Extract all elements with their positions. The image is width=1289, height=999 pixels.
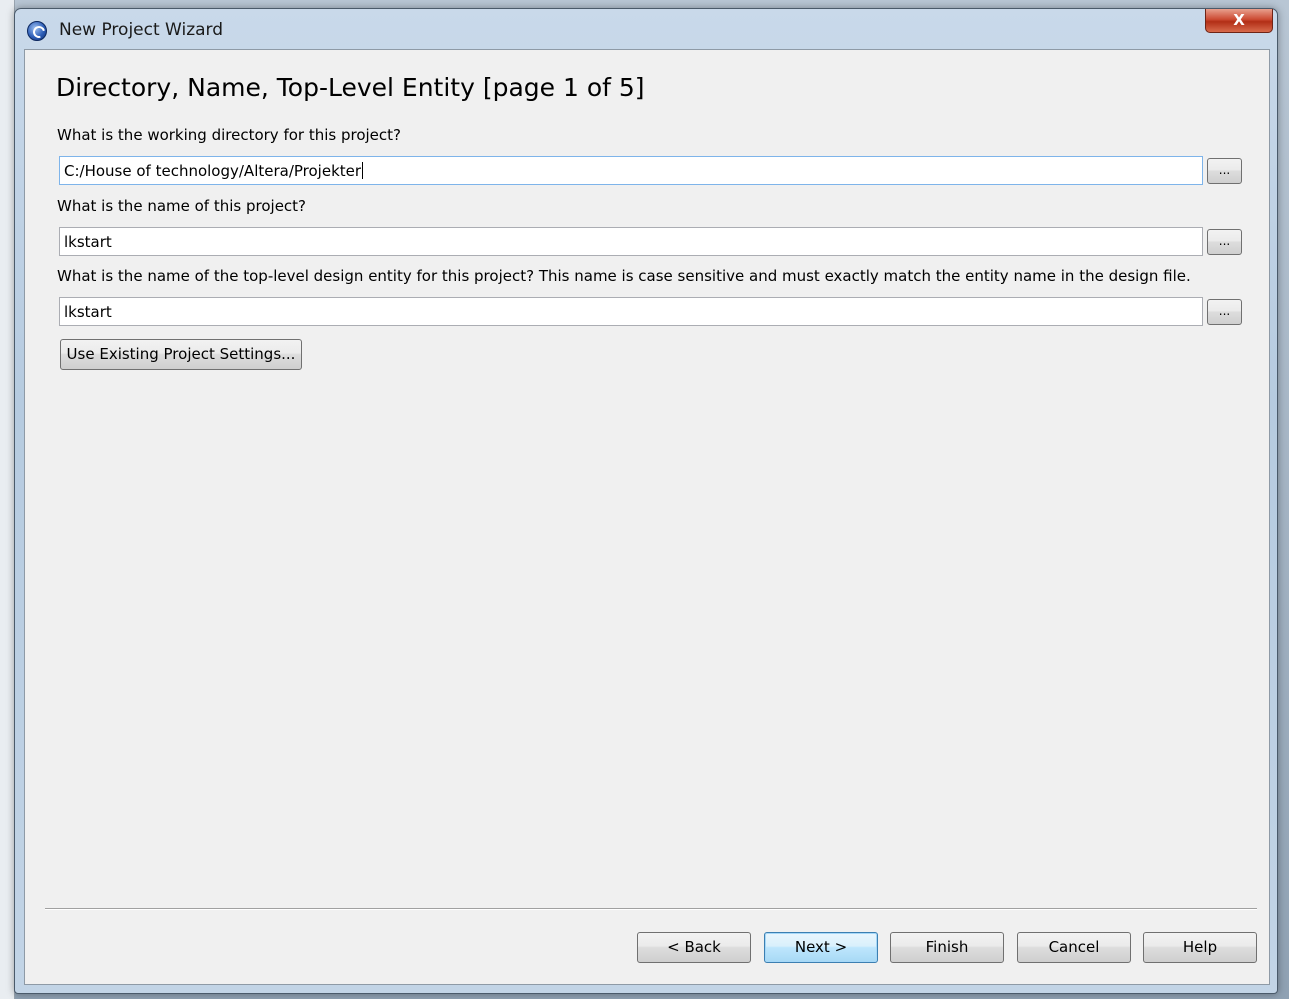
background-window-edge bbox=[0, 0, 15, 999]
finish-button[interactable]: Finish bbox=[890, 932, 1004, 963]
project-name-input-value: lkstart bbox=[64, 233, 112, 251]
top-level-entity-input-value: lkstart bbox=[64, 303, 112, 321]
page-title: Directory, Name, Top-Level Entity [page … bbox=[56, 73, 645, 102]
project-name-label: What is the name of this project? bbox=[57, 197, 307, 215]
use-existing-project-settings-button[interactable]: Use Existing Project Settings... bbox=[60, 339, 302, 370]
close-icon: X bbox=[1233, 11, 1245, 29]
help-button[interactable]: Help bbox=[1143, 932, 1257, 963]
directory-input[interactable]: C:/House of technology/Altera/Projekter bbox=[59, 156, 1203, 185]
window-title: New Project Wizard bbox=[59, 20, 224, 40]
wizard-content: Directory, Name, Top-Level Entity [page … bbox=[24, 49, 1270, 985]
directory-input-value: C:/House of technology/Altera/Projekter bbox=[64, 162, 362, 180]
text-caret bbox=[362, 162, 364, 179]
top-level-entity-label: What is the name of the top-level design… bbox=[57, 267, 1191, 285]
project-name-input[interactable]: lkstart bbox=[59, 227, 1203, 256]
back-button[interactable]: < Back bbox=[637, 932, 751, 963]
top-level-entity-input[interactable]: lkstart bbox=[59, 297, 1203, 326]
app-icon bbox=[27, 21, 47, 41]
next-button[interactable]: Next > bbox=[764, 932, 878, 963]
directory-browse-button[interactable]: ... bbox=[1207, 158, 1242, 184]
close-button[interactable]: X bbox=[1205, 9, 1273, 33]
title-bar[interactable]: New Project Wizard X bbox=[15, 9, 1277, 49]
directory-label: What is the working directory for this p… bbox=[57, 126, 402, 144]
cancel-button[interactable]: Cancel bbox=[1017, 932, 1131, 963]
project-name-browse-button[interactable]: ... bbox=[1207, 229, 1242, 255]
new-project-wizard-window: New Project Wizard X Directory, Name, To… bbox=[14, 8, 1278, 994]
footer-separator bbox=[45, 908, 1257, 910]
top-level-entity-browse-button[interactable]: ... bbox=[1207, 299, 1242, 325]
